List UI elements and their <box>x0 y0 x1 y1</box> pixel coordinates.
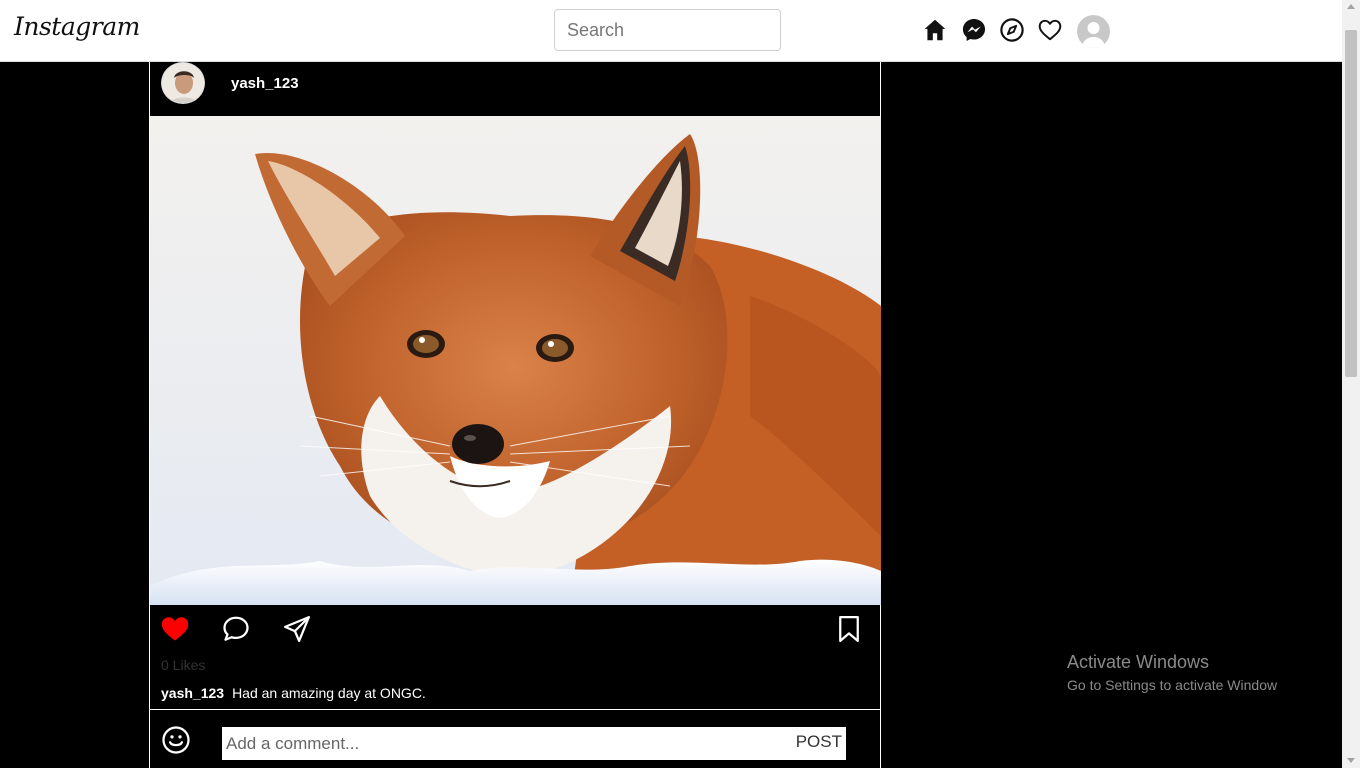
share-icon[interactable] <box>282 614 312 644</box>
caption-username[interactable]: yash_123 <box>161 685 224 701</box>
scroll-down-arrow[interactable] <box>1347 758 1355 763</box>
activate-windows-watermark: Activate Windows Go to Settings to activ… <box>1067 652 1277 693</box>
post-card: yash_123 0 Likes yash_123 Had an amazing… <box>149 62 881 768</box>
profile-avatar[interactable] <box>1077 15 1110 48</box>
post-comment-button[interactable]: POST <box>796 732 842 752</box>
author-photo <box>162 63 204 103</box>
bookmark-icon[interactable] <box>834 614 864 644</box>
emoji-icon[interactable] <box>161 725 191 755</box>
watermark-title: Activate Windows <box>1067 652 1210 672</box>
post-caption: yash_123 Had an amazing day at ONGC. <box>161 685 426 701</box>
scroll-thumb[interactable] <box>1345 30 1357 377</box>
page-scrollbar[interactable] <box>1342 0 1360 768</box>
instagram-logo[interactable]: Instagram <box>14 12 140 41</box>
default-avatar-icon <box>1082 22 1105 48</box>
fox-photo <box>150 116 881 605</box>
scroll-up-arrow[interactable] <box>1347 4 1355 9</box>
comment-divider <box>150 709 881 710</box>
post-author-avatar[interactable] <box>161 62 205 104</box>
comment-box: POST <box>222 727 846 760</box>
top-navbar: Instagram <box>0 0 1342 62</box>
messenger-icon[interactable] <box>961 17 987 43</box>
heart-icon[interactable] <box>1037 17 1063 43</box>
likes-count: 0 Likes <box>161 657 206 673</box>
comment-icon[interactable] <box>221 614 251 644</box>
home-icon[interactable] <box>922 17 948 43</box>
like-heart-icon[interactable] <box>160 614 190 644</box>
watermark-subtitle: Go to Settings to activate Window <box>1067 677 1278 693</box>
explore-icon[interactable] <box>999 17 1025 43</box>
caption-text: Had an amazing day at ONGC. <box>232 685 426 701</box>
post-image[interactable] <box>150 116 881 605</box>
comment-input[interactable] <box>222 727 782 760</box>
search-input[interactable] <box>554 9 781 51</box>
post-username[interactable]: yash_123 <box>231 75 299 92</box>
